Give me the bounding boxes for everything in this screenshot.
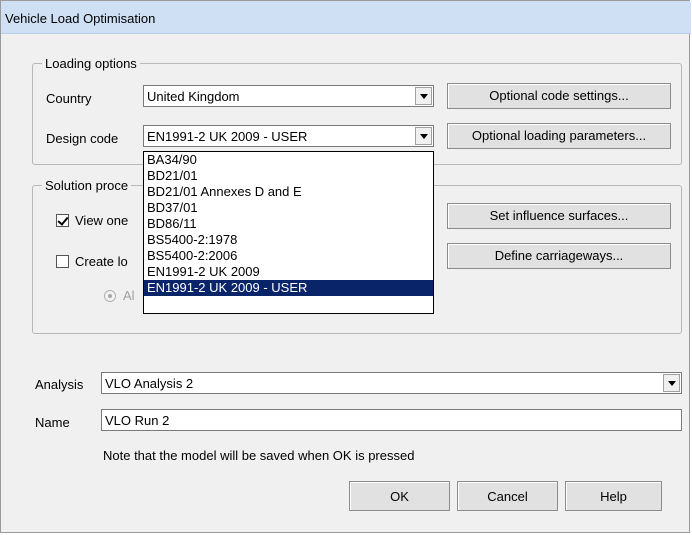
- view-one-label: View one: [75, 213, 129, 228]
- all-radio-label: Al: [123, 288, 135, 303]
- chevron-down-icon[interactable]: [415, 87, 432, 105]
- design-code-value: EN1991-2 UK 2009 - USER: [147, 129, 308, 144]
- country-select[interactable]: United Kingdom: [143, 85, 434, 107]
- ok-button[interactable]: OK: [349, 481, 450, 511]
- help-button[interactable]: Help: [565, 481, 662, 511]
- dropdown-option[interactable]: BS5400-2:2006: [144, 248, 433, 264]
- design-code-dropdown-list[interactable]: BA34/90 BD21/01 BD21/01 Annexes D and E BD3…: [143, 151, 434, 314]
- view-one-checkbox[interactable]: [56, 214, 69, 227]
- save-note: Note that the model will be saved when O…: [103, 448, 415, 463]
- design-code-label: Design code: [46, 131, 119, 146]
- dropdown-option[interactable]: BD21/01: [144, 168, 433, 184]
- create-checkbox[interactable]: [56, 255, 69, 268]
- loading-options-group: Loading options: [32, 56, 682, 165]
- name-field[interactable]: VLO Run 2: [101, 409, 682, 431]
- loading-options-label: Loading options: [42, 56, 140, 71]
- title-bar[interactable]: Vehicle Load Optimisation: [1, 1, 691, 34]
- dropdown-option[interactable]: BD86/11: [144, 216, 433, 232]
- vehicle-load-optimisation-dialog: Vehicle Load Optimisation Loading option…: [0, 0, 691, 533]
- country-label: Country: [46, 91, 92, 106]
- optional-loading-parameters-button[interactable]: Optional loading parameters...: [447, 123, 671, 149]
- dropdown-option[interactable]: BA34/90: [144, 152, 433, 168]
- analysis-label: Analysis: [35, 377, 84, 392]
- name-label: Name: [35, 415, 70, 430]
- set-influence-surfaces-button[interactable]: Set influence surfaces...: [447, 203, 671, 229]
- optional-code-settings-button[interactable]: Optional code settings...: [447, 83, 671, 109]
- analysis-select[interactable]: VLO Analysis 2: [101, 372, 682, 394]
- analysis-value: VLO Analysis 2: [105, 376, 194, 391]
- window-title: Vehicle Load Optimisation: [5, 11, 156, 26]
- all-radio[interactable]: [104, 290, 116, 302]
- dropdown-option[interactable]: EN1991-2 UK 2009: [144, 264, 433, 280]
- create-label: Create lo: [75, 254, 128, 269]
- dropdown-option[interactable]: BD37/01: [144, 200, 433, 216]
- country-value: United Kingdom: [147, 89, 240, 104]
- chevron-down-icon[interactable]: [415, 127, 432, 145]
- define-carriageways-button[interactable]: Define carriageways...: [447, 243, 671, 269]
- solution-procedure-label: Solution proce: [42, 178, 132, 193]
- name-value: VLO Run 2: [105, 413, 170, 428]
- dropdown-option[interactable]: BS5400-2:1978: [144, 232, 433, 248]
- chevron-down-icon[interactable]: [663, 374, 680, 392]
- dropdown-option[interactable]: EN1991-2 UK 2009 - USER: [144, 280, 433, 296]
- cancel-button[interactable]: Cancel: [457, 481, 558, 511]
- design-code-select[interactable]: EN1991-2 UK 2009 - USER: [143, 125, 434, 147]
- dropdown-option[interactable]: BD21/01 Annexes D and E: [144, 184, 433, 200]
